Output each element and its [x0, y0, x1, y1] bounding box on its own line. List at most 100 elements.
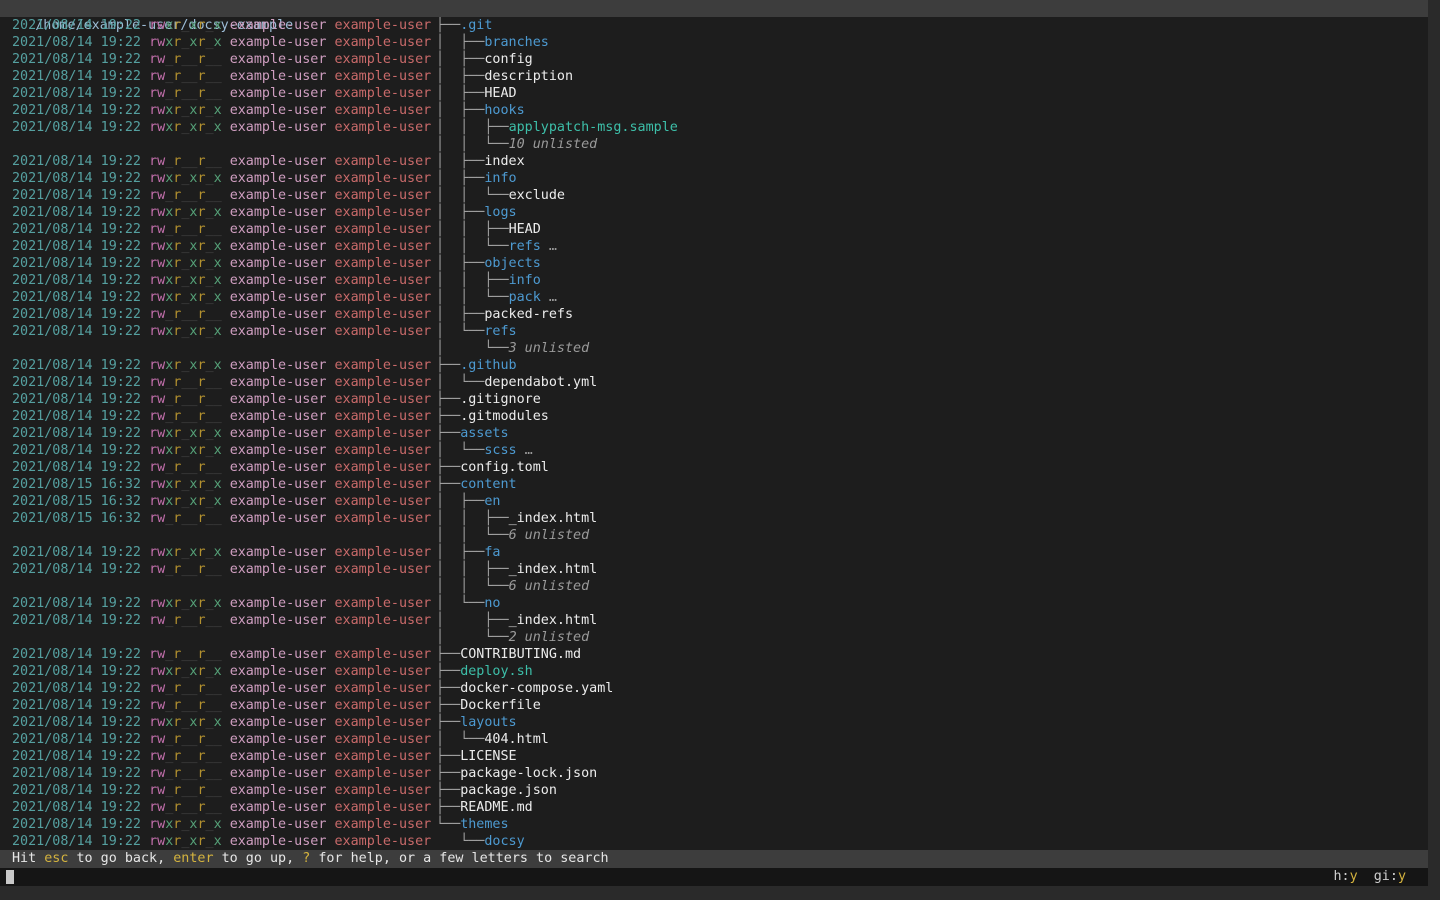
- tree-row[interactable]: 2021/08/14 19:22 rw_r__r__ example-user …: [0, 782, 1428, 799]
- file-name[interactable]: exclude: [509, 188, 565, 203]
- file-name[interactable]: README.md: [460, 800, 533, 815]
- tree-row[interactable]: 2021/08/14 19:22 rw_r__r__ example-user …: [0, 306, 1428, 323]
- file-name[interactable]: _index.html: [509, 613, 598, 628]
- tree-row[interactable]: 2021/08/14 19:22 rw_r__r__ example-user …: [0, 408, 1428, 425]
- tree-row[interactable]: 2021/08/15 16:32 rwxr_xr_x example-user …: [0, 493, 1428, 510]
- tree-row[interactable]: 2021/08/14 19:22 rwxr_xr_x example-user …: [0, 17, 1428, 34]
- executable-file-name[interactable]: deploy.sh: [460, 664, 533, 679]
- tree-row[interactable]: 2021/08/14 19:22 rw_r__r__ example-user …: [0, 85, 1428, 102]
- file-name[interactable]: .gitmodules: [460, 409, 549, 424]
- executable-file-name[interactable]: applypatch-msg.sample: [509, 120, 678, 135]
- tree-row[interactable]: 2021/08/14 19:22 rwxr_xr_x example-user …: [0, 714, 1428, 731]
- directory-name[interactable]: hooks: [484, 103, 524, 118]
- tree-row[interactable]: 2021/08/14 19:22 rwxr_xr_x example-user …: [0, 289, 1428, 306]
- tree-row[interactable]: 2021/08/14 19:22 rwxr_xr_x example-user …: [0, 204, 1428, 221]
- tree-row[interactable]: 2021/08/14 19:22 rw_r__r__ example-user …: [0, 187, 1428, 204]
- tree-row[interactable]: 2021/08/14 19:22 rwxr_xr_x example-user …: [0, 595, 1428, 612]
- tree-row[interactable]: 2021/08/14 19:22 rwxr_xr_x example-user …: [0, 544, 1428, 561]
- tree-row[interactable]: 2021/08/14 19:22 rwxr_xr_x example-user …: [0, 663, 1428, 680]
- file-name[interactable]: package.json: [460, 783, 557, 798]
- file-name[interactable]: _index.html: [509, 511, 598, 526]
- search-input-bar[interactable]: h:y gi:y: [0, 868, 1428, 886]
- file-name[interactable]: config: [484, 52, 532, 67]
- tree-row[interactable]: 2021/08/14 19:22 rwxr_xr_x example-user …: [0, 425, 1428, 442]
- tree-row[interactable]: 2021/08/14 19:22 rw_r__r__ example-user …: [0, 748, 1428, 765]
- row-owner: example-user: [230, 494, 327, 509]
- tree-row[interactable]: 2021/08/14 19:22 rw_r__r__ example-user …: [0, 612, 1428, 629]
- tree-row[interactable]: 2021/08/15 16:32 rwxr_xr_x example-user …: [0, 476, 1428, 493]
- tree-row[interactable]: 2021/08/14 19:22 rwxr_xr_x example-user …: [0, 272, 1428, 289]
- tree-row[interactable]: 2021/08/14 19:22 rwxr_xr_x example-user …: [0, 119, 1428, 136]
- tree-row[interactable]: 2021/08/14 19:22 rw_r__r__ example-user …: [0, 51, 1428, 68]
- file-name[interactable]: LICENSE: [460, 749, 516, 764]
- row-date: 2021/08/15 16:32: [12, 511, 141, 526]
- tree-row[interactable]: 2021/08/14 19:22 rwxr_xr_x example-user …: [0, 238, 1428, 255]
- tree-row[interactable]: │ │ └──10 unlisted: [0, 136, 1428, 153]
- tree-row[interactable]: │ └──3 unlisted: [0, 340, 1428, 357]
- directory-name[interactable]: fa: [484, 545, 500, 560]
- file-name[interactable]: config.toml: [460, 460, 549, 475]
- tree-row[interactable]: 2021/08/14 19:22 rwxr_xr_x example-user …: [0, 357, 1428, 374]
- directory-name[interactable]: objects: [484, 256, 540, 271]
- file-name[interactable]: HEAD: [484, 86, 516, 101]
- directory-name[interactable]: pack: [509, 290, 541, 305]
- directory-name[interactable]: logs: [484, 205, 516, 220]
- directory-name[interactable]: scss: [484, 443, 516, 458]
- directory-name[interactable]: info: [484, 171, 516, 186]
- directory-name[interactable]: layouts: [460, 715, 516, 730]
- directory-name[interactable]: refs: [484, 324, 516, 339]
- tree-row[interactable]: 2021/08/14 19:22 rw_r__r__ example-user …: [0, 459, 1428, 476]
- tree-row[interactable]: │ │ └──6 unlisted: [0, 527, 1428, 544]
- file-name[interactable]: packed-refs: [484, 307, 573, 322]
- tree-row[interactable]: 2021/08/14 19:22 rwxr_xr_x example-user …: [0, 255, 1428, 272]
- file-name[interactable]: Dockerfile: [460, 698, 541, 713]
- tree-row[interactable]: │ └──2 unlisted: [0, 629, 1428, 646]
- file-name[interactable]: package-lock.json: [460, 766, 597, 781]
- directory-name[interactable]: no: [484, 596, 500, 611]
- tree-row[interactable]: 2021/08/14 19:22 rw_r__r__ example-user …: [0, 153, 1428, 170]
- file-name[interactable]: CONTRIBUTING.md: [460, 647, 581, 662]
- directory-name[interactable]: refs: [509, 239, 541, 254]
- tree-row[interactable]: 2021/08/14 19:22 rw_r__r__ example-user …: [0, 731, 1428, 748]
- file-name[interactable]: description: [484, 69, 573, 84]
- tree-branch-lines: │ │ ├──: [436, 222, 509, 237]
- file-name[interactable]: docker-compose.yaml: [460, 681, 613, 696]
- tree-row[interactable]: 2021/08/14 19:22 rw_r__r__ example-user …: [0, 765, 1428, 782]
- tree-row[interactable]: 2021/08/14 19:22 rw_r__r__ example-user …: [0, 221, 1428, 238]
- file-name[interactable]: index: [484, 154, 524, 169]
- tree-row[interactable]: 2021/08/14 19:22 rw_r__r__ example-user …: [0, 646, 1428, 663]
- tree-row[interactable]: 2021/08/14 19:22 rw_r__r__ example-user …: [0, 68, 1428, 85]
- row-permissions: rwxr_xr_x: [149, 103, 222, 118]
- directory-name[interactable]: docsy: [484, 834, 524, 849]
- tree-row[interactable]: 2021/08/14 19:22 rw_r__r__ example-user …: [0, 391, 1428, 408]
- file-name[interactable]: .gitignore: [460, 392, 541, 407]
- file-name[interactable]: dependabot.yml: [484, 375, 597, 390]
- directory-name[interactable]: info: [509, 273, 541, 288]
- directory-name[interactable]: .git: [460, 18, 492, 33]
- file-tree-panel[interactable]: 2021/08/14 19:22 rwxr_xr_x example-user …: [0, 17, 1428, 850]
- directory-name[interactable]: themes: [460, 817, 508, 832]
- tree-row[interactable]: 2021/08/14 19:22 rw_r__r__ example-user …: [0, 561, 1428, 578]
- tree-entry: ├──CONTRIBUTING.md: [436, 646, 581, 663]
- file-name[interactable]: _index.html: [509, 562, 598, 577]
- tree-row[interactable]: 2021/08/14 19:22 rwxr_xr_x example-user …: [0, 102, 1428, 119]
- tree-row[interactable]: 2021/08/14 19:22 rw_r__r__ example-user …: [0, 697, 1428, 714]
- file-name[interactable]: HEAD: [509, 222, 541, 237]
- tree-row[interactable]: 2021/08/14 19:22 rw_r__r__ example-user …: [0, 374, 1428, 391]
- directory-name[interactable]: .github: [460, 358, 516, 373]
- tree-row[interactable]: 2021/08/14 19:22 rw_r__r__ example-user …: [0, 680, 1428, 697]
- directory-name[interactable]: branches: [484, 35, 549, 50]
- tree-row[interactable]: 2021/08/14 19:22 rwxr_xr_x example-user …: [0, 833, 1428, 850]
- tree-row[interactable]: 2021/08/14 19:22 rwxr_xr_x example-user …: [0, 170, 1428, 187]
- tree-row[interactable]: 2021/08/14 19:22 rwxr_xr_x example-user …: [0, 34, 1428, 51]
- file-name[interactable]: 404.html: [484, 732, 549, 747]
- tree-row[interactable]: 2021/08/14 19:22 rw_r__r__ example-user …: [0, 799, 1428, 816]
- directory-name[interactable]: en: [484, 494, 500, 509]
- tree-row[interactable]: │ │ └──6 unlisted: [0, 578, 1428, 595]
- tree-row[interactable]: 2021/08/14 19:22 rwxr_xr_x example-user …: [0, 442, 1428, 459]
- tree-row[interactable]: 2021/08/14 19:22 rwxr_xr_x example-user …: [0, 323, 1428, 340]
- tree-row[interactable]: 2021/08/15 16:32 rw_r__r__ example-user …: [0, 510, 1428, 527]
- directory-name[interactable]: content: [460, 477, 516, 492]
- tree-row[interactable]: 2021/08/14 19:22 rwxr_xr_x example-user …: [0, 816, 1428, 833]
- directory-name[interactable]: assets: [460, 426, 508, 441]
